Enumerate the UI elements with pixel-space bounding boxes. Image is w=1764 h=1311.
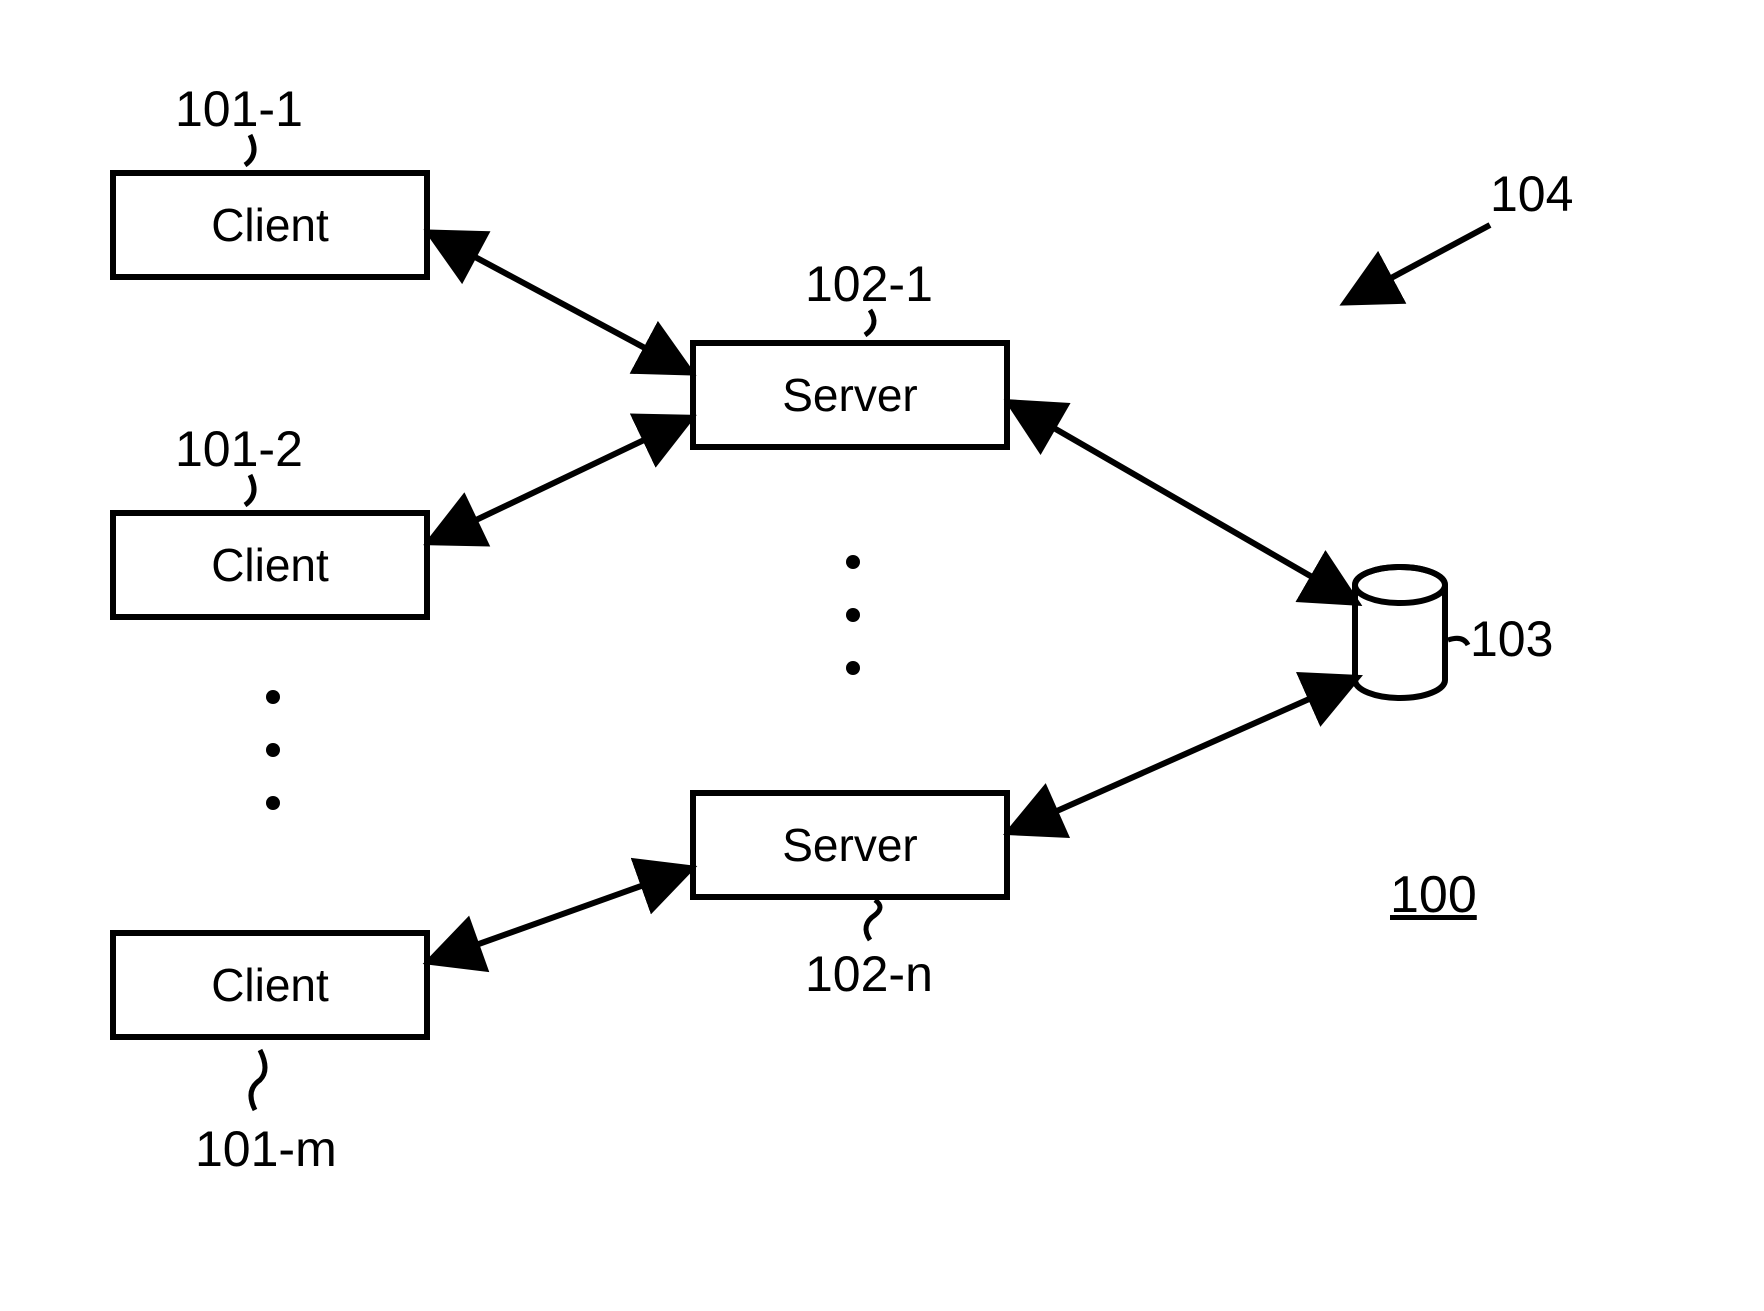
diagram-canvas: Client Client Client Server Server 101-1… xyxy=(0,0,1764,1311)
client-ellipsis xyxy=(265,690,281,810)
label-102-1: 102-1 xyxy=(805,255,933,313)
server-1-box: Server xyxy=(690,340,1010,450)
server-n-box: Server xyxy=(690,790,1010,900)
database-icon xyxy=(1355,567,1445,698)
label-101-1: 101-1 xyxy=(175,80,303,138)
label-102-n: 102-n xyxy=(805,945,933,1003)
client-1-label: Client xyxy=(211,198,329,252)
client-m-box: Client xyxy=(110,930,430,1040)
server-n-label: Server xyxy=(782,818,917,872)
client-m-label: Client xyxy=(211,958,329,1012)
client-2-box: Client xyxy=(110,510,430,620)
label-101-2: 101-2 xyxy=(175,420,303,478)
label-104: 104 xyxy=(1490,165,1573,223)
figure-number: 100 xyxy=(1390,865,1477,925)
server-ellipsis xyxy=(845,555,861,675)
label-103: 103 xyxy=(1470,610,1553,668)
label-101-m: 101-m xyxy=(195,1120,337,1178)
client-2-label: Client xyxy=(211,538,329,592)
client-1-box: Client xyxy=(110,170,430,280)
server-1-label: Server xyxy=(782,368,917,422)
